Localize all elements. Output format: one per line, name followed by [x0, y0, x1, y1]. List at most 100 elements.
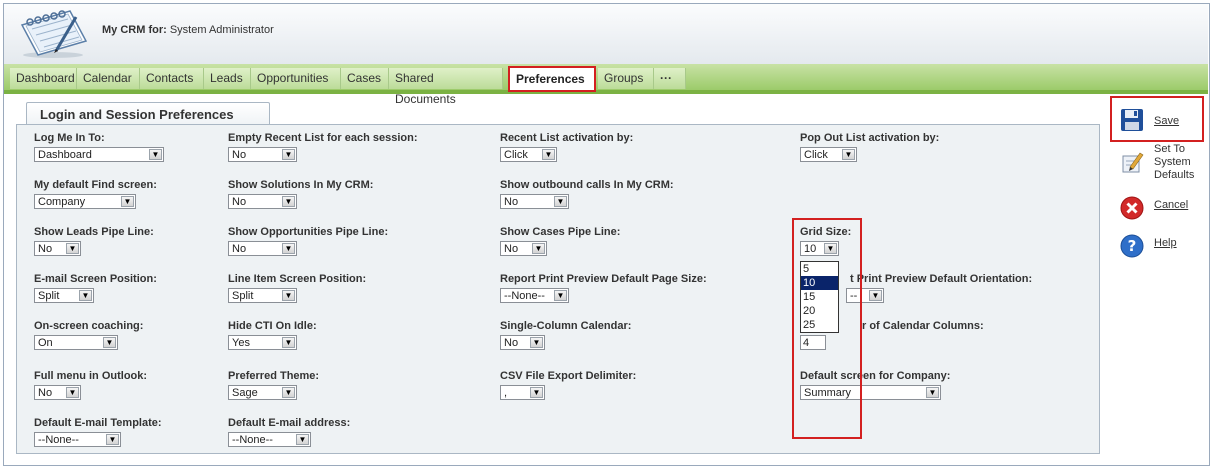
preferred-theme-select[interactable]: Sage ▼ — [228, 385, 297, 400]
dropdown-option-selected[interactable]: 10 — [801, 276, 838, 290]
select-value: 10 — [804, 243, 817, 255]
onscreen-coaching-select[interactable]: On ▼ — [34, 335, 118, 350]
dropdown-arrow-icon[interactable]: ▼ — [842, 149, 855, 160]
dropdown-option[interactable]: 20 — [801, 304, 838, 318]
dropdown-arrow-icon[interactable]: ▼ — [282, 243, 295, 254]
field-default-email-template: Default E-mail Template: --None-- ▼ — [34, 417, 162, 447]
tab-shared-documents[interactable]: Shared Documents — [389, 68, 503, 106]
field-label: Show Cases Pipe Line: — [500, 226, 621, 238]
field-cases-pipe: Show Cases Pipe Line: No ▼ — [500, 226, 620, 256]
dropdown-arrow-icon[interactable]: ▼ — [66, 387, 79, 398]
select-value: No — [232, 243, 247, 255]
field-label: Preferred Theme: — [228, 370, 320, 382]
dropdown-arrow-icon[interactable]: ▼ — [149, 149, 162, 160]
help-button[interactable]: ? Help — [1116, 230, 1204, 264]
line-item-pos-select[interactable]: Split ▼ — [228, 288, 297, 303]
field-label: Full menu in Outlook: — [34, 370, 148, 382]
select-value: Dashboard — [38, 149, 92, 161]
crm-title-user: System Administrator — [169, 24, 274, 36]
field-label: On-screen coaching: — [34, 320, 144, 332]
dropdown-arrow-icon[interactable]: ▼ — [66, 243, 79, 254]
recent-activation-select[interactable]: Click ▼ — [500, 147, 557, 162]
field-label: CSV File Export Delimiter: — [500, 370, 637, 382]
csv-delimiter-select[interactable]: , ▼ — [500, 385, 545, 400]
default-email-address-select[interactable]: --None-- ▼ — [228, 432, 311, 447]
dropdown-arrow-icon[interactable]: ▼ — [530, 337, 543, 348]
report-page-size-select[interactable]: --None-- ▼ — [500, 288, 569, 303]
dropdown-arrow-icon[interactable]: ▼ — [106, 434, 119, 445]
field-empty-recent: Empty Recent List for each session: No ▼ — [228, 132, 418, 162]
field-log-me-in-to: Log Me In To: Dashboard ▼ — [34, 132, 164, 162]
dropdown-arrow-icon[interactable]: ▼ — [282, 149, 295, 160]
field-recent-activation: Recent List activation by: Click ▼ — [500, 132, 633, 162]
dropdown-option[interactable]: 15 — [801, 290, 838, 304]
cancel-button[interactable]: Cancel — [1116, 192, 1204, 226]
select-value: No — [504, 337, 519, 349]
set-to-system-defaults-button[interactable]: Set To System Defaults — [1116, 142, 1208, 181]
dropdown-arrow-icon[interactable]: ▼ — [103, 337, 116, 348]
dropdown-arrow-icon[interactable]: ▼ — [554, 290, 567, 301]
log-me-in-to-select[interactable]: Dashboard ▼ — [34, 147, 164, 162]
dropdown-arrow-icon[interactable]: ▼ — [79, 290, 92, 301]
dropdown-arrow-icon[interactable]: ▼ — [282, 337, 295, 348]
dropdown-arrow-icon[interactable]: ▼ — [532, 243, 545, 254]
tab-opportunities[interactable]: Opportunities — [251, 68, 341, 89]
grid-size-select[interactable]: 10 ▼ — [800, 241, 839, 256]
field-label: Single-Column Calendar: — [500, 320, 632, 332]
email-screen-pos-select[interactable]: Split ▼ — [34, 288, 94, 303]
field-label: Line Item Screen Position: — [228, 273, 367, 285]
popout-activation-select[interactable]: Click ▼ — [800, 147, 857, 162]
svg-text:?: ? — [1128, 237, 1137, 255]
dropdown-arrow-icon[interactable]: ▼ — [869, 290, 882, 301]
select-value: Click — [804, 149, 828, 161]
save-button[interactable]: Save — [1116, 104, 1204, 138]
single-col-cal-select[interactable]: No ▼ — [500, 335, 545, 350]
dropdown-arrow-icon[interactable]: ▼ — [542, 149, 555, 160]
field-label: Default E-mail address: — [228, 417, 351, 429]
select-value: No — [38, 243, 53, 255]
select-value: No — [504, 243, 519, 255]
header: My CRM for: System Administrator — [4, 4, 1208, 64]
tab-preferences[interactable]: Preferences — [508, 66, 596, 92]
dropdown-arrow-icon[interactable]: ▼ — [926, 387, 939, 398]
grid-size-dropdown-list: 5 10 15 20 25 — [800, 261, 839, 333]
opps-pipe-select[interactable]: No ▼ — [228, 241, 297, 256]
default-email-template-select[interactable]: --None-- ▼ — [34, 432, 121, 447]
cases-pipe-select[interactable]: No ▼ — [500, 241, 547, 256]
field-label: Grid Size: — [800, 226, 852, 238]
tab-dashboard[interactable]: Dashboard — [10, 68, 77, 89]
tab-more[interactable]: ··· — [654, 68, 686, 89]
dropdown-arrow-icon[interactable]: ▼ — [282, 196, 295, 207]
tab-groups[interactable]: Groups — [598, 68, 654, 89]
show-solutions-select[interactable]: No ▼ — [228, 194, 297, 209]
default-find-select[interactable]: Company ▼ — [34, 194, 136, 209]
dropdown-arrow-icon[interactable]: ▼ — [824, 243, 837, 254]
dropdown-option[interactable]: 5 — [801, 262, 838, 276]
pencil-edit-icon — [1122, 152, 1144, 173]
hide-cti-select[interactable]: Yes ▼ — [228, 335, 297, 350]
cancel-label: Cancel — [1154, 199, 1189, 211]
dropdown-arrow-icon[interactable]: ▼ — [121, 196, 134, 207]
tab-cases[interactable]: Cases — [341, 68, 389, 89]
dropdown-arrow-icon[interactable]: ▼ — [530, 387, 543, 398]
dropdown-option[interactable]: 25 — [801, 318, 838, 332]
field-line-item-pos: Line Item Screen Position: Split ▼ — [228, 273, 366, 303]
select-value: Yes — [232, 337, 250, 349]
field-label: Report Print Preview Default Page Size: — [500, 273, 707, 285]
empty-recent-select[interactable]: No ▼ — [228, 147, 297, 162]
dropdown-arrow-icon[interactable]: ▼ — [282, 387, 295, 398]
dropdown-arrow-icon[interactable]: ▼ — [282, 290, 295, 301]
field-opps-pipe: Show Opportunities Pipe Line: No ▼ — [228, 226, 388, 256]
leads-pipe-select[interactable]: No ▼ — [34, 241, 81, 256]
tab-calendar[interactable]: Calendar — [77, 68, 140, 89]
field-label: Hide CTI On Idle: — [228, 320, 317, 332]
full-menu-outlook-select[interactable]: No ▼ — [34, 385, 81, 400]
tab-contacts[interactable]: Contacts — [140, 68, 204, 89]
tab-leads[interactable]: Leads — [204, 68, 251, 89]
save-label: Save — [1154, 115, 1180, 127]
dropdown-arrow-icon[interactable]: ▼ — [296, 434, 309, 445]
dropdown-arrow-icon[interactable]: ▼ — [554, 196, 567, 207]
select-value: Click — [504, 149, 528, 161]
show-outbound-select[interactable]: No ▼ — [500, 194, 569, 209]
field-leads-pipe: Show Leads Pipe Line: No ▼ — [34, 226, 154, 256]
